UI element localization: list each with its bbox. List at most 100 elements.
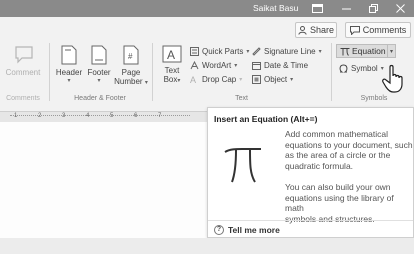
date-time-button[interactable]: Date & Time [252,61,308,70]
comments-group-label: Comments [6,95,40,102]
bottom-area [0,238,414,254]
chevron-down-icon: ▾ [177,78,181,84]
share-label: Share [309,25,335,35]
header-icon [61,45,77,65]
ruler-mark: 5 [110,113,114,119]
pi-symbol-icon [224,148,261,183]
comments-button[interactable]: Comments [345,22,411,38]
chevron-down-icon: ▾ [389,48,393,55]
comments-group: Comment Comments [0,39,46,105]
quick-parts-label: Quick Parts [202,47,244,56]
ruler-mark: 3 [62,113,66,119]
group-divider [152,43,153,101]
page-number-button[interactable]: # Page Number ▾ [114,45,148,88]
text-box-icon: A [162,45,182,63]
calendar-icon [252,62,261,70]
wordart-icon [190,61,199,70]
tooltip-separator [208,220,413,221]
pi-icon [340,47,350,56]
tell-me-more-label: Tell me more [228,225,280,235]
ruler-mark: 7 [158,113,162,119]
quick-parts-button[interactable]: Quick Parts ▾ [190,47,249,56]
omega-icon [339,64,348,73]
object-button[interactable]: Object ▾ [252,75,293,84]
close-icon[interactable] [392,1,408,15]
header-footer-group: Header ▾ Footer ▾ # Page Number ▾ Header… [52,39,148,105]
share-icon [298,25,307,35]
comment-icon [349,25,360,35]
footer-button[interactable]: Footer ▾ [84,45,114,86]
drop-cap-label: Drop Cap [202,75,237,84]
signature-icon [252,47,261,56]
text-box-label-1: Text [164,66,180,75]
svg-text:#: # [128,52,133,61]
equation-dropdown[interactable]: ▾ [388,44,396,58]
ruler-mark: 4 [86,113,90,119]
chevron-down-icon: ▾ [318,49,322,55]
tooltip-line: Add common mathematical [285,129,388,139]
chevron-down-icon: ▾ [144,80,148,86]
chevron-down-icon: ▾ [67,78,71,84]
group-divider [49,43,50,101]
chevron-down-icon: ▾ [290,77,294,83]
symbol-label: Symbol [351,64,378,73]
svg-text:A: A [167,48,175,62]
text-group: A Text Box▾ Quick Parts ▾ WordArt ▾ A Dr… [155,39,328,105]
text-box-button[interactable]: A Text Box▾ [157,45,187,86]
date-time-label: Date & Time [264,61,309,70]
svg-text:A: A [190,75,196,84]
hand-cursor-icon [382,64,403,93]
tooltip-line: You can also build your own [285,182,391,192]
tooltip-line: quadratic formula. [285,160,354,171]
text-group-label: Text [235,95,248,102]
signature-line-button[interactable]: Signature Line ▾ [252,47,322,56]
comment-label: Comment [5,68,41,77]
tooltip-line: equations to your document, such [285,139,413,150]
signature-line-label: Signature Line [264,47,316,56]
header-button[interactable]: Header ▾ [54,45,84,86]
comments-label: Comments [362,25,407,35]
restore-icon[interactable] [365,1,381,15]
symbol-button[interactable]: Symbol ▾ [339,64,384,73]
ruler-mark: 1 [14,113,18,119]
chevron-down-icon: ▾ [97,78,101,84]
page-number-label-2-text: Number [114,77,143,86]
symbols-group-label: Symbols [360,95,388,102]
tooltip-line: as the area of a circle or the [285,150,391,160]
title-bar: Saikat Basu [0,0,414,17]
share-button[interactable]: Share [295,22,337,38]
drop-cap-button[interactable]: A Drop Cap ▾ [190,75,242,84]
tooltip-title: Insert an Equation (Alt+=) [214,114,318,124]
footer-label: Footer [87,68,111,77]
header-label: Header [55,68,83,77]
wordart-button[interactable]: WordArt ▾ [190,61,237,70]
new-comment-button[interactable]: Comment [0,45,46,77]
chevron-down-icon: ▾ [234,63,238,69]
tooltip-line: symbols and structures. [285,213,375,224]
equation-button[interactable]: Equation [336,44,388,58]
ruler: 1 2 3 4 5 6 7 [0,112,210,122]
page-number-label-2: Number ▾ [114,77,148,88]
ribbon: Share Comments Comment Comments Header ▾… [0,17,414,112]
text-box-label-2: Box▾ [164,75,181,86]
ruler-mark: 2 [38,113,42,119]
group-divider [331,43,332,101]
document-page[interactable] [0,122,210,254]
wordart-label: WordArt [202,61,232,70]
tell-me-more-link[interactable]: ? Tell me more [214,225,280,235]
text-box-label-2-text: Box [163,75,178,84]
tooltip-line: equations using the library of math [285,192,394,214]
drop-cap-icon: A [190,75,196,84]
ribbon-display-icon[interactable] [309,1,325,15]
object-icon [252,75,261,84]
page-number-icon: # [123,45,139,65]
page-number-label-1: Page [121,68,141,77]
minimize-icon[interactable] [338,1,354,15]
new-comment-icon [15,46,33,64]
footer-icon [91,45,107,65]
ruler-ticks [10,115,190,119]
equation-label: Equation [352,46,386,56]
user-name[interactable]: Saikat Basu [253,3,298,13]
ruler-mark: 6 [134,113,138,119]
object-label: Object [264,75,288,84]
